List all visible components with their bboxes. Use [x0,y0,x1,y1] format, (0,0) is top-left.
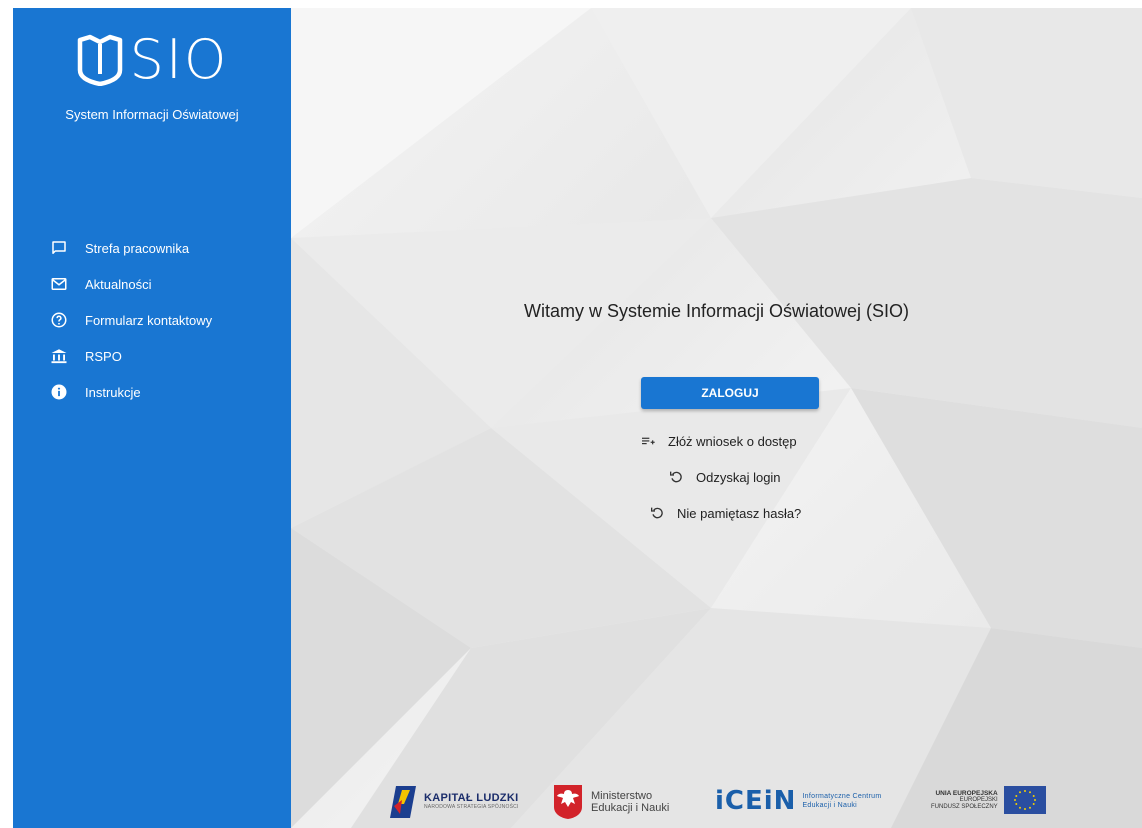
envelope-icon [51,278,67,290]
eu-flag-icon [1003,786,1046,814]
sidebar-item-label: Formularz kontaktowy [85,312,213,328]
ue-line1: UNIA EUROPEJSKA [935,789,998,797]
kapital-ludzki-logo: KAPITAŁ LUDZKI NARODOWA STRATEGIA SPÓJNO… [390,784,519,818]
sidebar-item-aktualnosci[interactable]: Aktualności [13,266,291,302]
app: SIO System Informacji Oświatowej Strefa … [13,8,1142,828]
sidebar: SIO System Informacji Oświatowej Strefa … [13,8,291,828]
kapital-ludzki-subtitle: NARODOWA STRATEGIA SPÓJNOŚCI [424,804,519,810]
icein-logo: iCEiN Informatyczne Centrum Edukacji i N… [715,786,882,816]
restore-icon [651,507,663,519]
login-button[interactable]: ZALOGUJ [641,377,819,409]
sidebar-item-label: Instrukcje [85,384,141,400]
recover-login-link[interactable]: Odzyskaj login [668,469,781,485]
ministerstwo-line1: Ministerstwo [591,790,653,802]
ue-line3: FUNDUSZ SPOŁECZNY [931,803,998,810]
ministerstwo-line2: Edukacji i Nauki [591,802,670,814]
restore-icon [670,471,682,483]
sidebar-item-label: Strefa pracownika [85,240,190,256]
main-content: Witamy w Systemie Informacji Oświatowej … [291,8,1142,828]
logo-text: SIO [129,28,229,91]
sio-logo[interactable]: SIO [13,30,291,90]
ue-logo: UNIA EUROPEJSKA EUROPEJSKI FUNDUSZ SPOŁE… [931,786,1046,814]
sidebar-item-formularz-kontaktowy[interactable]: Formularz kontaktowy [13,302,291,338]
link-label: Nie pamiętasz hasła? [677,505,802,521]
sidebar-item-strefa-pracownika[interactable]: Strefa pracownika [13,230,291,266]
request-access-link[interactable]: Złóż wniosek o dostęp [640,433,797,449]
chat-bubble-icon [52,241,66,254]
institution-icon [51,349,67,364]
sidebar-item-instrukcje[interactable]: Instrukcje [13,374,291,410]
ue-line2: EUROPEJSKI [959,796,998,803]
sidebar-item-label: Aktualności [85,276,152,292]
eagle-emblem-icon [554,785,582,819]
help-circle-icon [51,312,67,328]
footer-logos: KAPITAŁ LUDZKI NARODOWA STRATEGIA SPÓJNO… [291,778,1142,828]
link-label: Odzyskaj login [696,469,781,485]
icein-line2: Edukacji i Nauki [802,802,858,809]
sidebar-item-rspo[interactable]: RSPO [13,338,291,374]
ministerstwo-logo: Ministerstwo Edukacji i Nauki [553,784,669,820]
low-poly-background [291,8,1142,828]
book-shield-icon [77,34,122,86]
forgot-password-link[interactable]: Nie pamiętasz hasła? [649,505,801,521]
info-icon [51,384,67,400]
kapital-ludzki-icon [390,786,416,818]
welcome-heading: Witamy w Systemie Informacji Oświatowej … [523,301,910,321]
sidebar-nav: Strefa pracownika Aktualności Formularz … [13,230,291,410]
sidebar-item-label: RSPO [85,348,122,364]
logo-subtitle: System Informacji Oświatowej [65,107,239,122]
link-label: Złóż wniosek o dostęp [668,433,797,449]
icein-line1: Informatyczne Centrum [802,793,882,800]
icein-wordmark: iCEiN [715,786,797,816]
playlist-add-icon [642,437,655,445]
kapital-ludzki-title: KAPITAŁ LUDZKI [424,792,519,804]
